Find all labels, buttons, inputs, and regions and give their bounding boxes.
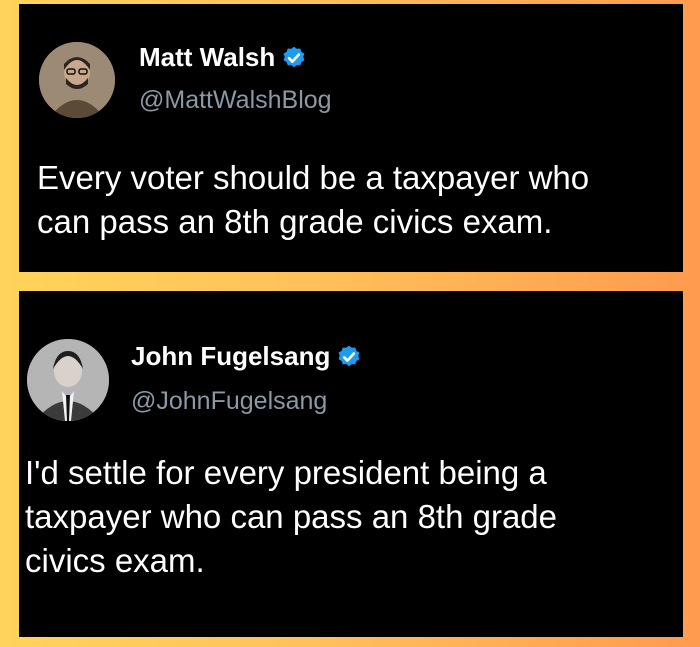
verified-badge-icon <box>281 45 307 71</box>
person-icon <box>27 339 109 421</box>
verified-badge-icon <box>336 344 362 370</box>
name-row: Matt Walsh <box>139 42 307 73</box>
tweet-card-1[interactable]: Matt Walsh @MattWalshBlog Every voter sh… <box>19 4 683 272</box>
person-icon <box>39 42 115 118</box>
tweet-text: I'd settle for every president being a t… <box>25 454 558 579</box>
user-handle[interactable]: @JohnFugelsang <box>131 387 327 416</box>
name-row: John Fugelsang <box>131 341 362 372</box>
avatar[interactable] <box>39 42 115 118</box>
avatar[interactable] <box>27 339 109 421</box>
display-name[interactable]: John Fugelsang <box>131 341 330 372</box>
tweet-text: Every voter should be a taxpayer who can… <box>37 159 590 240</box>
tweet-card-2[interactable]: John Fugelsang @JohnFugelsang I'd settle… <box>19 291 683 637</box>
display-name[interactable]: Matt Walsh <box>139 42 275 73</box>
user-handle[interactable]: @MattWalshBlog <box>139 86 332 115</box>
